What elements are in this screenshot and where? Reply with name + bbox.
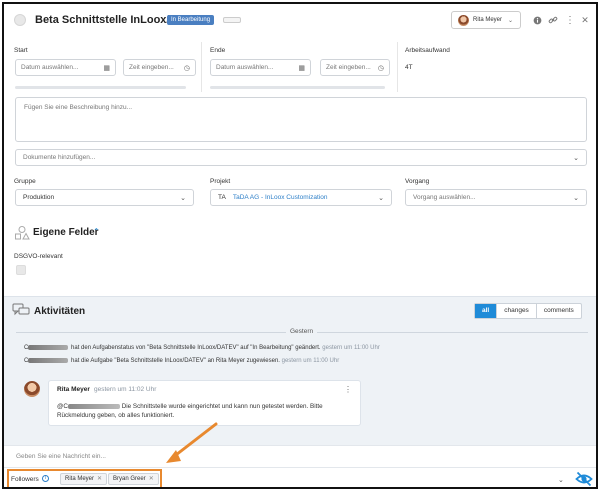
end-label: Ende [210, 47, 226, 54]
process-dropdown[interactable]: Vorgang auswählen... ⌄ [405, 189, 587, 206]
close-icon[interactable]: ✕ [97, 476, 102, 482]
log-time: gestern um 11:00 Uhr [281, 358, 340, 365]
start-progress-slider[interactable] [15, 86, 186, 89]
end-date-input[interactable]: Datum auswählen... ▦ [210, 59, 311, 76]
chevron-up-icon[interactable]: ⌃ [93, 227, 100, 236]
chevron-down-icon: ⌄ [508, 17, 514, 24]
log-time: gestern um 11:00 Uhr [322, 345, 380, 352]
follower-chip[interactable]: Bryan Greer ✕ [108, 473, 159, 485]
message-input[interactable]: Geben Sie eine Nachricht ein... [4, 445, 596, 467]
shapes-icon [14, 225, 30, 241]
activity-log-item: C hat die Aufgabe "Beta Schnittstelle In… [24, 358, 339, 364]
comment-author: Rita Meyer [57, 386, 90, 393]
log-text: hat den Aufgabenstatus von "Beta Schnitt… [71, 345, 321, 352]
chevron-down-icon: ⌄ [378, 194, 384, 202]
clock-icon: ◷ [377, 64, 384, 72]
day-label: Gestern [286, 328, 318, 335]
assignee-name: Rita Meyer [473, 17, 503, 23]
status-badge[interactable]: In Bearbeitung [167, 15, 215, 25]
end-progress-slider[interactable] [210, 86, 385, 89]
assignee-dropdown[interactable]: Rita Meyer ⌄ [451, 11, 521, 29]
end-date-placeholder: Datum auswählen... [216, 64, 274, 71]
gdpr-checkbox[interactable] [16, 265, 26, 275]
calendar-icon: ▦ [298, 64, 305, 72]
end-time-input[interactable]: Zeit eingeben... ◷ [320, 59, 390, 76]
project-link[interactable]: TaDA AG - InLoox Customization [233, 194, 328, 201]
calendar-icon: ▦ [103, 64, 110, 72]
comment-card: Rita Meyer gestern um 11:02 Uhr ⋮ @C Die… [48, 380, 361, 426]
start-time-input[interactable]: Zeit eingeben... ◷ [123, 59, 196, 76]
comment-body: @C Die Schnittstelle wurde eingerichtet … [57, 402, 352, 420]
effort-label: Arbeitsaufwand [405, 47, 450, 54]
info-icon[interactable]: i [42, 475, 49, 482]
start-time-placeholder: Zeit eingeben... [129, 64, 174, 71]
unfollow-eye-icon[interactable] [575, 471, 593, 487]
chat-icon [12, 303, 30, 317]
effort-value[interactable]: 4T [405, 64, 413, 71]
redacted-name [28, 345, 69, 350]
follower-chip[interactable]: Rita Meyer ✕ [60, 473, 108, 485]
process-label: Vorgang [405, 178, 430, 185]
follower-name: Bryan Greer [113, 476, 146, 482]
group-label: Gruppe [14, 178, 36, 185]
redacted-name [28, 358, 69, 363]
chevron-down-icon: ⌄ [573, 154, 579, 162]
close-icon[interactable]: ✕ [580, 15, 590, 25]
followers-bar: Followers i Rita Meyer ✕ Bryan Greer ✕ ⌄ [4, 467, 596, 487]
project-dropdown[interactable]: TA TaDA AG - InLoox Customization ⌄ [210, 189, 392, 206]
divider [201, 42, 202, 92]
tab-comments[interactable]: comments [537, 304, 581, 318]
followers-label: Followers [11, 476, 39, 483]
tab-all[interactable]: all [475, 304, 498, 318]
check-circle-icon[interactable] [14, 14, 26, 26]
tab-changes[interactable]: changes [497, 304, 537, 318]
more-vertical-icon[interactable]: ⋮ [344, 385, 352, 394]
divider [397, 42, 398, 92]
info-icon[interactable] [532, 15, 542, 25]
start-date-input[interactable]: Datum auswählen... ▦ [15, 59, 116, 76]
activity-log-item: C hat den Aufgabenstatus von "Beta Schni… [24, 345, 380, 351]
activity-filter-tabs: all changes comments [474, 303, 582, 319]
chevron-down-icon[interactable]: ⌄ [558, 476, 564, 484]
follower-name: Rita Meyer [65, 476, 95, 482]
documents-dropdown[interactable]: Dokumente hinzufügen... ⌄ [15, 149, 587, 166]
close-icon[interactable]: ✕ [149, 476, 154, 482]
chevron-down-icon: ⌄ [180, 194, 186, 202]
custom-fields-title: Eigene Felder [33, 227, 99, 238]
comment-avatar [24, 381, 40, 397]
process-placeholder: Vorgang auswählen... [413, 194, 476, 201]
mention[interactable]: @C [57, 403, 68, 410]
log-text: hat die Aufgabe "Beta Schnittstelle InLo… [71, 358, 280, 365]
group-value: Produktion [23, 194, 55, 201]
start-date-placeholder: Datum auswählen... [21, 64, 79, 71]
group-dropdown[interactable]: Produktion ⌄ [15, 189, 194, 206]
chevron-down-icon: ⌄ [573, 194, 579, 202]
redacted-mention [67, 403, 120, 409]
project-prefix: TA [218, 194, 226, 201]
project-label: Projekt [210, 178, 231, 185]
documents-placeholder: Dokumente hinzufügen... [23, 154, 96, 161]
description-input[interactable]: Fügen Sie eine Beschreibung hinzu... [15, 97, 587, 142]
start-label: Start [14, 47, 28, 54]
comment-time: gestern um 11:02 Uhr [94, 386, 157, 393]
link-icon[interactable] [548, 15, 558, 25]
activities-title: Aktivitäten [34, 306, 86, 317]
clock-icon: ◷ [183, 64, 190, 72]
task-detail-window: Beta Schnittstelle InLoox/DATEV In Bearb… [2, 2, 598, 489]
empty-tag-badge[interactable] [223, 17, 241, 23]
avatar [458, 14, 469, 26]
gdpr-label: DSGVO-relevant [14, 253, 63, 260]
end-time-placeholder: Zeit eingeben... [326, 64, 371, 71]
more-vertical-icon[interactable]: ⋮ [565, 15, 575, 26]
